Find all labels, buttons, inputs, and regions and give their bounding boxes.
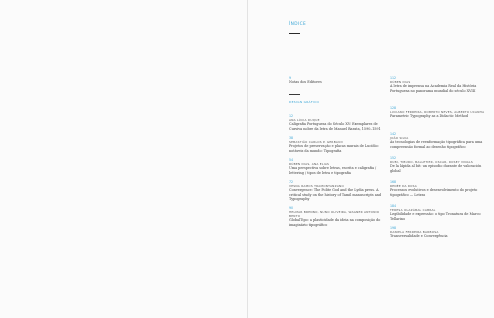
entry-title: Notas dos Editores bbox=[289, 80, 322, 84]
entry-title: As tecnologias de reenformação tipográfi… bbox=[390, 140, 483, 149]
toc-entry[interactable]: 54 Rúben Dias, Ana Elias Uma perspectiva… bbox=[289, 158, 385, 175]
entry-title: Uma perspectiva sobre letras, escrita e … bbox=[289, 166, 377, 175]
toc-entry[interactable]: 198 Daniela Ferreira Barbosa Transversal… bbox=[390, 226, 486, 239]
title-rule bbox=[289, 33, 300, 35]
left-page-blank bbox=[0, 0, 247, 318]
book-spread: ÍNDICE 9 Notas dos Editores Design Gráfi… bbox=[0, 0, 494, 318]
toc-entry[interactable]: 152 Rubi, Tiburo, Balletier, Oscar, Rose… bbox=[390, 156, 486, 173]
entry-title: Processos evolutivos e desenvolvimento d… bbox=[390, 188, 478, 197]
entry-title: Legibilidade e expressão: o tipo Tronatu… bbox=[390, 212, 481, 221]
entry-title: Projetos de preservação e placas murais … bbox=[289, 144, 379, 153]
entry-title: A letra de imprensa na Academia Real da … bbox=[390, 84, 477, 93]
toc-entry[interactable]: 184 Teresa Olazábal Cabral Legibilidade … bbox=[390, 204, 486, 221]
divider-rule bbox=[289, 94, 300, 96]
subsection-label: Design Gráfico bbox=[289, 100, 320, 104]
toc-entry[interactable]: 72 Vesna Ramos Tramontanzano Convergence… bbox=[289, 180, 385, 202]
entry-title: De la lápida al bit: un episodio durante… bbox=[390, 164, 482, 173]
toc-entry[interactable]: 12 Ana Lúcia Duque Caligrafia Portuguesa… bbox=[289, 114, 385, 131]
entry-title: Transversalidade e Convergência bbox=[390, 234, 448, 238]
toc-entry[interactable]: 128 Luciano Ferreira, Roberto Neves, Alb… bbox=[390, 106, 486, 119]
toc-entry[interactable]: 38 Sebastião Carlos P. Gerbaud Projetos … bbox=[289, 136, 385, 153]
entry-authors: Helmar Brenno, Nuno Oliveira, Wagner Ant… bbox=[289, 210, 380, 218]
entry-title: Caligrafia Portuguesa do Século XV: Exem… bbox=[289, 122, 381, 131]
toc-entry[interactable]: 90 Helmar Brenno, Nuno Oliveira, Wagner … bbox=[289, 206, 385, 227]
entry-title: GlobalTipo: a plasticidade da ideia na c… bbox=[289, 218, 381, 227]
section-title: ÍNDICE bbox=[289, 22, 307, 27]
toc-entry[interactable]: 112 Rúben Dias A letra de imprensa na Ac… bbox=[390, 76, 486, 93]
entry-title: Convergence: The Polite God and the Lydi… bbox=[289, 188, 382, 202]
toc-entry[interactable]: 142 João Silva As tecnologias de reenfor… bbox=[390, 132, 486, 149]
toc-entry[interactable]: 168 Renée da Rosa Processos evolutivos e… bbox=[390, 180, 486, 197]
entry-title: Parametric Typography as a Didactic Meth… bbox=[390, 114, 469, 118]
toc-entry-editorial[interactable]: 9 Notas dos Editores bbox=[289, 76, 385, 85]
